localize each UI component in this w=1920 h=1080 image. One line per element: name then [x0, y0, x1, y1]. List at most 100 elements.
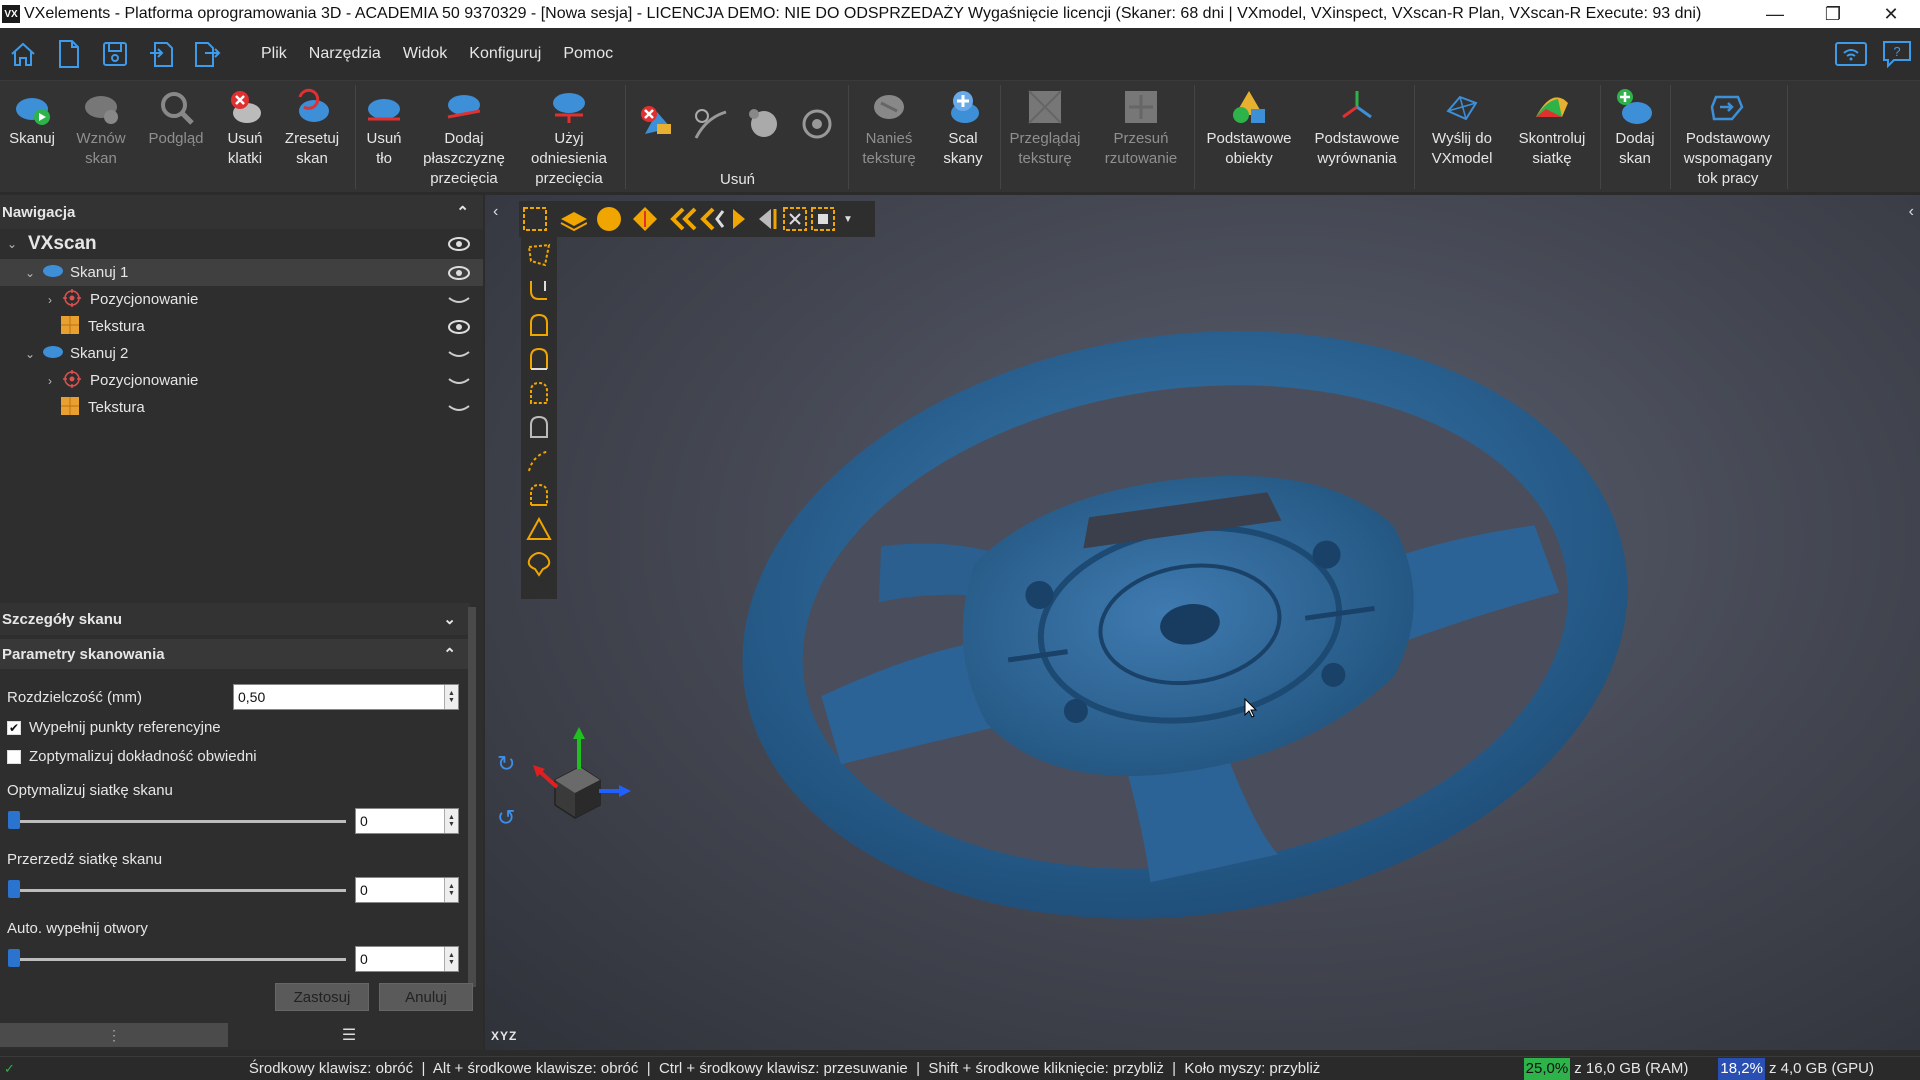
triangle-select-icon[interactable]	[525, 515, 553, 543]
delete-selection-icon[interactable]	[639, 104, 677, 147]
3d-viewport[interactable]: ‹ ‹ ▼ ↻ ↺ XYZ	[485, 195, 1920, 1050]
decimate-slider-thumb[interactable]	[8, 880, 20, 898]
new-file-icon[interactable]	[46, 34, 92, 74]
chevron-down-icon[interactable]: ⌄	[4, 237, 20, 251]
fill-holes-slider-thumb[interactable]	[8, 949, 20, 967]
scan-details-header[interactable]: Szczegóły skanu ⌄	[0, 603, 470, 635]
reset-scan-button[interactable]: Zresetuj skan	[278, 87, 346, 169]
import-icon[interactable]	[138, 34, 184, 74]
delete-isolated-icon[interactable]	[692, 104, 730, 147]
eye-icon[interactable]	[447, 319, 471, 335]
optimize-envelope-checkbox[interactable]	[7, 749, 21, 764]
fill-holes-input[interactable]: 0 ▲ ▼	[355, 946, 459, 972]
menu-konfiguruj[interactable]: Konfiguruj	[458, 45, 552, 63]
move-projection-button[interactable]: Przesuń rzutowanie	[1096, 87, 1186, 169]
add-scan-button[interactable]: Dodaj skan	[1606, 87, 1664, 169]
menu-widok[interactable]: Widok	[392, 45, 458, 63]
scan-button[interactable]: Skanuj	[4, 87, 60, 149]
optimize-mesh-input[interactable]: 0 ▲ ▼	[355, 808, 459, 834]
chevron-up-icon[interactable]: ⌃	[443, 645, 456, 663]
eye-icon[interactable]	[447, 236, 471, 252]
chevron-right-icon[interactable]: ›	[42, 374, 58, 388]
send-to-vxmodel-button[interactable]: Wyślij do VXmodel	[1422, 87, 1502, 169]
tree-root[interactable]: ⌄ VXscan	[0, 229, 483, 259]
visible-select-icon[interactable]	[525, 379, 553, 407]
use-clipping-reference-button[interactable]: Użyj odniesienia przecięcia	[520, 87, 618, 189]
preview-button[interactable]: Podgląd	[140, 87, 212, 149]
save-icon[interactable]	[92, 34, 138, 74]
optimize-mesh-slider-thumb[interactable]	[8, 811, 20, 829]
delete-frames-button[interactable]: Usuń klatki	[218, 87, 272, 169]
navigation-header[interactable]: Nawigacja ⌃	[0, 195, 483, 229]
rotate-ccw-icon[interactable]: ↻	[497, 751, 515, 777]
plane-select-icon[interactable]	[559, 205, 587, 233]
add-clipping-plane-button[interactable]: Dodaj płaszczyznę przecięcia	[414, 87, 514, 189]
chevron-right-icon[interactable]: ›	[42, 293, 58, 307]
menu-plik[interactable]: Plik	[250, 45, 298, 63]
eye-closed-icon[interactable]	[447, 346, 471, 362]
select-next-icon[interactable]	[725, 205, 753, 233]
optimize-envelope-row[interactable]: Zoptymalizuj dokładność obwiedni	[0, 748, 257, 765]
panel-scrollbar[interactable]	[468, 607, 476, 987]
eye-icon[interactable]	[447, 265, 471, 281]
axis-label[interactable]: XYZ	[491, 1029, 517, 1043]
rectangle-select-icon[interactable]	[521, 205, 549, 233]
basic-entities-button[interactable]: Podstawowe obiekty	[1200, 87, 1298, 169]
free-shape-select-icon[interactable]	[525, 549, 553, 577]
fill-holes-slider[interactable]	[12, 958, 346, 961]
collapse-right-panel-icon[interactable]: ‹	[1909, 203, 1914, 221]
through-select-icon[interactable]	[525, 345, 553, 373]
eye-closed-icon[interactable]	[447, 292, 471, 308]
chevron-down-icon[interactable]: ▼	[843, 214, 853, 225]
chevron-down-icon[interactable]: ⌄	[22, 266, 38, 280]
export-icon[interactable]	[184, 34, 230, 74]
eye-closed-icon[interactable]	[447, 400, 471, 416]
browse-texture-button[interactable]: Przeglądaj teksturę	[1004, 87, 1086, 169]
decimate-stepper[interactable]: ▲ ▼	[444, 878, 458, 902]
tree-item-pozycjonowanie-2[interactable]: › Pozycjonowanie	[0, 367, 483, 394]
decimate-slider[interactable]	[12, 889, 346, 892]
tree-item-tekstura-1[interactable]: Tekstura	[0, 313, 483, 340]
select-previous-icon[interactable]	[753, 205, 781, 233]
shrink-selection-icon[interactable]	[697, 205, 725, 233]
help-icon[interactable]: ?	[1874, 34, 1920, 74]
cancel-button[interactable]: Anuluj	[379, 983, 473, 1011]
tab-tree-view[interactable]: ⋮	[0, 1023, 228, 1047]
surface-select-icon[interactable]	[525, 311, 553, 339]
resolution-stepper[interactable]: ▲ ▼	[444, 685, 458, 709]
fill-targets-row[interactable]: ✔ Wypełnij punkty referencyjne	[0, 719, 221, 736]
guided-workflow-button[interactable]: Podstawowy wspomagany tok pracy	[1676, 87, 1780, 189]
maximize-button[interactable]: ❐	[1804, 4, 1862, 25]
fill-holes-stepper[interactable]: ▲ ▼	[444, 947, 458, 971]
inspect-mesh-button[interactable]: Skontroluj siatkę	[1508, 87, 1596, 169]
fill-targets-checkbox[interactable]: ✔	[7, 720, 21, 735]
optimize-mesh-stepper[interactable]: ▲ ▼	[444, 809, 458, 833]
invert-selection-icon[interactable]	[781, 205, 809, 233]
chevron-down-icon[interactable]: ⌄	[22, 347, 38, 361]
tree-item-tekstura-2[interactable]: Tekstura	[0, 394, 483, 421]
tab-list-view[interactable]: ☰	[228, 1023, 470, 1047]
chevron-down-icon[interactable]: ⌄	[443, 610, 456, 628]
delete-noise-icon[interactable]	[744, 104, 782, 147]
remove-background-button[interactable]: Usuń tło	[360, 87, 408, 169]
optimize-mesh-slider[interactable]	[12, 820, 346, 823]
rotate-cw-icon[interactable]: ↺	[497, 805, 515, 831]
menu-narzedzia[interactable]: Narzędzia	[298, 45, 392, 63]
hidden-select-icon[interactable]	[525, 413, 553, 441]
tree-item-pozycjonowanie-1[interactable]: › Pozycjonowanie	[0, 286, 483, 313]
close-button[interactable]: ✕	[1862, 4, 1920, 25]
merge-scans-button[interactable]: Scal skany	[930, 87, 996, 169]
decimate-input[interactable]: 0 ▲ ▼	[355, 877, 459, 903]
resolution-input[interactable]: 0,50 ▲ ▼	[233, 684, 459, 710]
menu-pomoc[interactable]: Pomoc	[552, 45, 624, 63]
apply-texture-button[interactable]: Nanieś teksturę	[856, 87, 922, 169]
boundary-select-icon[interactable]	[525, 481, 553, 509]
apply-button[interactable]: Zastosuj	[275, 983, 369, 1011]
minimize-button[interactable]: —	[1746, 4, 1804, 25]
lasso-select-icon[interactable]	[525, 241, 553, 269]
resume-scan-button[interactable]: Wznów skan	[70, 87, 132, 169]
freeform-select-icon[interactable]	[525, 277, 553, 305]
basic-alignments-button[interactable]: Podstawowe wyrównania	[1306, 87, 1408, 169]
tree-item-skanuj-2[interactable]: ⌄ Skanuj 2	[0, 340, 483, 367]
curve-select-icon[interactable]	[525, 447, 553, 475]
